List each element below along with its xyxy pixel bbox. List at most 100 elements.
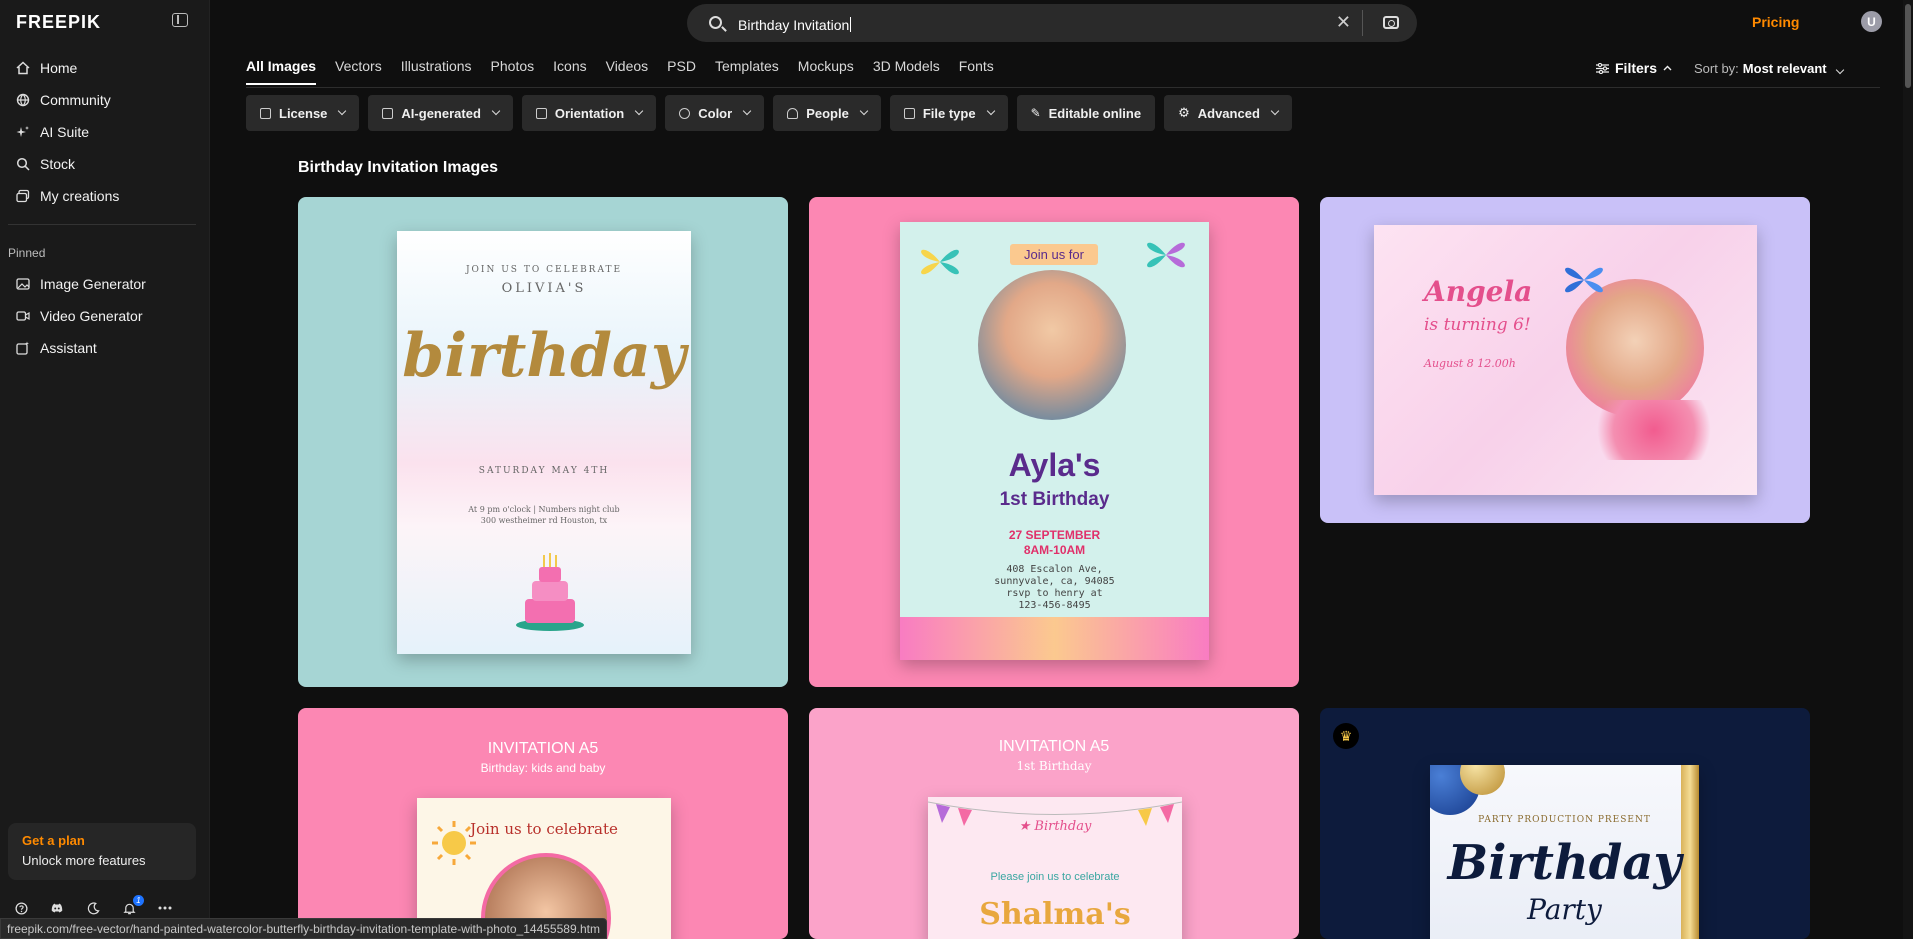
tab-mockups[interactable]: Mockups xyxy=(798,58,854,85)
orientation-icon xyxy=(535,107,547,119)
palette-icon xyxy=(679,107,691,119)
filters-label: Filters xyxy=(1615,60,1658,76)
search-bar[interactable]: Birthday Invitation ✕ xyxy=(687,4,1417,42)
result-card[interactable]: JOIN US TO CELEBRATE OLIVIA'S birthday S… xyxy=(298,197,788,687)
more-icon[interactable] xyxy=(158,901,172,915)
freepik-logo[interactable]: FREEPIK xyxy=(16,12,101,33)
tab-psd[interactable]: PSD xyxy=(667,58,696,85)
result-card[interactable]: INVITATION A5 Birthday: kids and baby Jo… xyxy=(298,708,788,939)
ai-icon xyxy=(382,107,394,119)
tab-fonts[interactable]: Fonts xyxy=(959,58,994,85)
chip-license[interactable]: License xyxy=(246,95,360,131)
pinned-item-image-generator[interactable]: Image Generator xyxy=(0,268,210,300)
chevron-down-icon xyxy=(634,106,644,116)
discord-icon[interactable] xyxy=(50,901,64,915)
chevron-up-icon xyxy=(1663,65,1672,71)
chip-editable-online[interactable]: ✎ Editable online xyxy=(1016,95,1156,131)
card-caption: INVITATION A5 xyxy=(487,740,599,757)
poster-text: Party xyxy=(1527,893,1602,926)
pinned-list: Image Generator Video Generator Assistan… xyxy=(0,268,210,364)
card-thumbnail: Angela is turning 6! August 8 12.00h xyxy=(1374,225,1757,495)
pinned-title: Pinned xyxy=(8,246,46,260)
search-input[interactable]: Birthday Invitation xyxy=(738,17,852,33)
main-content: Birthday Invitation ✕ Pricing U All Imag… xyxy=(211,0,1901,939)
poster-text: Please join us to celebrate xyxy=(990,871,1120,883)
chevron-down-icon xyxy=(742,106,752,116)
bell-icon[interactable]: 1 xyxy=(122,895,144,915)
chip-label: Advanced xyxy=(1197,105,1260,121)
category-tabs: All Images Vectors Illustrations Photos … xyxy=(246,58,994,85)
poster-text: At 9 pm o'clock | Numbers night club xyxy=(468,505,620,514)
image-icon xyxy=(16,277,30,291)
filter-chips: License AI-generated Orientation Color P… xyxy=(246,95,1292,131)
file-icon xyxy=(903,107,915,119)
clear-search-icon[interactable]: ✕ xyxy=(1336,12,1351,33)
sidebar-item-community[interactable]: Community xyxy=(0,84,210,116)
sidebar-item-label: My creations xyxy=(40,188,120,204)
chip-ai-generated[interactable]: AI-generated xyxy=(368,95,513,131)
chip-advanced[interactable]: ⚙ Advanced xyxy=(1164,95,1292,131)
search-separator xyxy=(1362,10,1363,36)
poster-text: OLIVIA'S xyxy=(501,281,587,296)
pricing-link[interactable]: Pricing xyxy=(1752,14,1799,30)
tab-templates[interactable]: Templates xyxy=(715,58,779,85)
status-bar-url: freepik.com/free-vector/hand-painted-wat… xyxy=(0,918,607,939)
sidebar-item-stock[interactable]: Stock xyxy=(0,148,210,180)
tab-photos[interactable]: Photos xyxy=(491,58,535,85)
chip-color[interactable]: Color xyxy=(665,95,765,131)
poster-date: 27 SEPTEMBER 8AM-10AM xyxy=(1008,528,1101,557)
sidebar-item-home[interactable]: Home xyxy=(0,52,210,84)
camera-search-icon[interactable] xyxy=(1383,16,1399,29)
chip-file-type[interactable]: File type xyxy=(889,95,1008,131)
get-a-plan-card[interactable]: Get a plan Unlock more features xyxy=(8,823,196,880)
avatar[interactable]: U xyxy=(1861,11,1882,32)
filters-button[interactable]: Filters xyxy=(1596,60,1672,76)
sidebar-footer: 1 xyxy=(14,895,172,915)
tab-icons[interactable]: Icons xyxy=(553,58,586,85)
chip-label: AI-generated xyxy=(401,105,481,121)
tab-3d-models[interactable]: 3D Models xyxy=(873,58,940,85)
card-thumbnail: PARTY PRODUCTION PRESENT Birthday Party xyxy=(1430,765,1699,939)
chip-label: File type xyxy=(922,105,976,121)
tab-illustrations[interactable]: Illustrations xyxy=(401,58,472,85)
chip-label: People xyxy=(806,105,849,121)
folders-icon xyxy=(16,189,30,203)
sidebar-item-ai-suite[interactable]: AI Suite xyxy=(0,116,210,148)
globe-icon xyxy=(16,93,30,107)
chevron-down-icon xyxy=(491,106,501,116)
poster-text: Birthday xyxy=(1447,835,1682,891)
pencil-icon: ✎ xyxy=(1030,106,1041,120)
sidebar-toggle-icon[interactable] xyxy=(172,13,188,27)
page-scrollbar[interactable] xyxy=(1903,0,1913,939)
result-card[interactable]: Join us for Ayla's 1st Birthday 27 SEPTE… xyxy=(809,197,1299,687)
result-card[interactable]: ♛ PARTY PRODUCTION PRESENT Birthday Part… xyxy=(1320,708,1810,939)
sidebar-item-label: Home xyxy=(40,60,78,76)
tab-vectors[interactable]: Vectors xyxy=(335,58,382,85)
pinned-item-video-generator[interactable]: Video Generator xyxy=(0,300,210,332)
chip-people[interactable]: People xyxy=(773,95,881,131)
sort-dropdown[interactable]: Sort by: Most relevant xyxy=(1694,61,1844,76)
sort-prefix: Sort by: xyxy=(1694,61,1739,76)
chip-orientation[interactable]: Orientation xyxy=(521,95,657,131)
section-title: Birthday Invitation Images xyxy=(298,159,499,176)
help-icon[interactable] xyxy=(14,901,28,915)
tab-all-images[interactable]: All Images xyxy=(246,58,317,85)
result-card[interactable]: Angela is turning 6! August 8 12.00h xyxy=(1320,197,1810,523)
card-thumbnail: ★ Birthday Please join us to celebrate S… xyxy=(928,797,1182,939)
pinned-item-assistant[interactable]: Assistant xyxy=(0,332,210,364)
gear-icon: ⚙ xyxy=(1178,105,1190,120)
video-icon xyxy=(16,309,30,323)
chip-label: Editable online xyxy=(1048,105,1142,121)
poster-text: August 8 12.00h xyxy=(1424,357,1516,370)
plan-subtitle: Unlock more features xyxy=(22,853,146,868)
moon-icon[interactable] xyxy=(86,901,100,915)
result-card[interactable]: INVITATION A5 1st Birthday ★ Birthday Pl… xyxy=(809,708,1299,939)
scrollbar-thumb[interactable] xyxy=(1905,4,1911,88)
card-caption: INVITATION A5 xyxy=(998,738,1110,755)
flower-border xyxy=(900,617,1209,660)
chip-label: License xyxy=(279,105,328,121)
sidebar-item-my-creations[interactable]: My creations xyxy=(0,180,210,212)
tab-videos[interactable]: Videos xyxy=(606,58,649,85)
butterfly-illustration xyxy=(921,249,959,275)
pinned-item-label: Image Generator xyxy=(40,276,146,292)
